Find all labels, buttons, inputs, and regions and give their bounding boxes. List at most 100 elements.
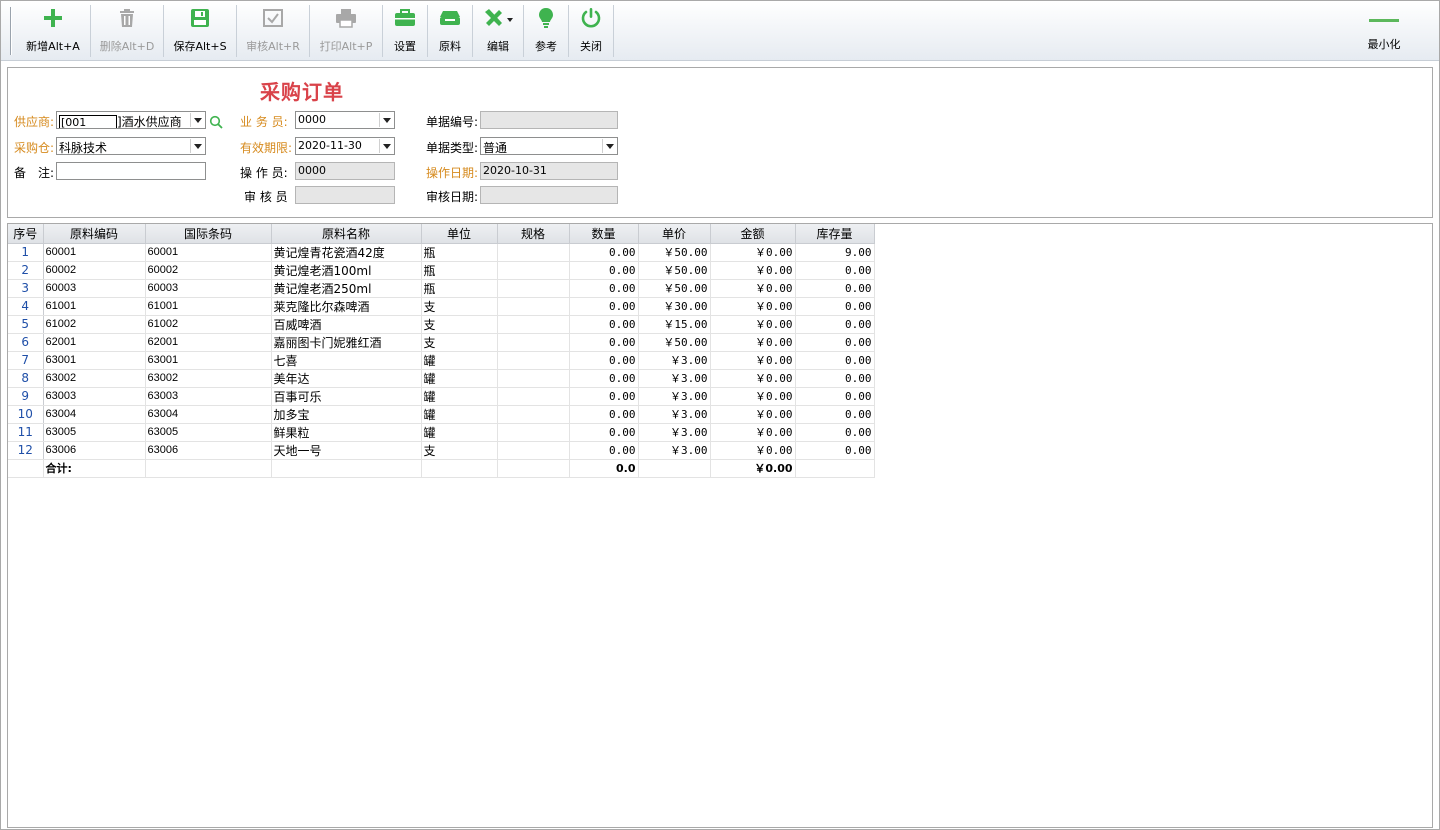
cell-qty[interactable]: 0.00 [569, 261, 639, 280]
chevron-down-icon[interactable] [379, 113, 393, 127]
cell-barcode[interactable]: 60003 [145, 279, 272, 298]
table-row[interactable]: 12 63006 63006 天地一号支 0.00 ￥3.00 ￥0.00 0.00 [8, 441, 875, 460]
cell-name[interactable]: 鲜果粒 [271, 423, 422, 442]
cell-qty[interactable]: 0.00 [569, 315, 639, 334]
cell-barcode[interactable]: 60002 [145, 261, 272, 280]
cell-spec[interactable] [497, 315, 570, 334]
col-header-code[interactable]: 原料编码 [43, 224, 146, 244]
cell-seq[interactable]: 11 [8, 423, 44, 442]
edit-button[interactable]: 编辑 [473, 5, 523, 57]
cell-seq[interactable]: 10 [8, 405, 44, 424]
table-row[interactable]: 10 63004 63004 加多宝罐 0.00 ￥3.00 ￥0.00 0.00 [8, 405, 875, 424]
cell-barcode[interactable]: 63003 [145, 387, 272, 406]
cell-seq[interactable]: 6 [8, 333, 44, 352]
cell-spec[interactable] [497, 279, 570, 298]
col-header-unit[interactable]: 单位 [421, 224, 498, 244]
cell-stock[interactable]: 0.00 [795, 279, 875, 298]
cell-qty[interactable]: 0.00 [569, 243, 639, 262]
cell-spec[interactable] [497, 243, 570, 262]
minimize-button[interactable]: 最小化 [1339, 5, 1429, 57]
table-row[interactable]: 3 60003 60003 黄记煌老酒250ml 瓶 0.00 ￥50.00 ￥0.00 0.0… [8, 279, 875, 298]
valid-until-date[interactable]: 2020-11-30 [295, 137, 395, 155]
cell-amount[interactable]: ￥0.00 [710, 387, 796, 406]
cell-price[interactable]: ￥50.00 [638, 243, 711, 262]
cell-qty[interactable]: 0.00 [569, 405, 639, 424]
cell-spec[interactable] [497, 369, 570, 388]
cell-code[interactable]: 63004 [43, 405, 146, 424]
cell-unit[interactable]: 支 [421, 297, 498, 316]
close-button[interactable]: 关闭 [569, 5, 613, 57]
cell-code[interactable]: 63001 [43, 351, 146, 370]
cell-barcode[interactable]: 61001 [145, 297, 272, 316]
cell-code[interactable]: 60003 [43, 279, 146, 298]
table-row[interactable]: 5 61002 61002 百威啤酒支 0.00 ￥15.00 ￥0.00 0.00 [8, 315, 875, 334]
cell-unit[interactable]: 支 [421, 333, 498, 352]
cell-qty[interactable]: 0.00 [569, 333, 639, 352]
chevron-down-icon[interactable] [379, 139, 393, 153]
cell-name[interactable]: 百威啤酒 [271, 315, 422, 334]
material-button[interactable]: 原料 [428, 5, 472, 57]
cell-unit[interactable]: 支 [421, 441, 498, 460]
cell-name[interactable]: 百事可乐 [271, 387, 422, 406]
cell-seq[interactable]: 1 [8, 243, 44, 262]
cell-code[interactable]: 62001 [43, 333, 146, 352]
cell-seq[interactable]: 12 [8, 441, 44, 460]
cell-spec[interactable] [497, 261, 570, 280]
cell-name[interactable]: 莱克隆比尔森啤酒 [271, 297, 422, 316]
cell-barcode[interactable]: 63002 [145, 369, 272, 388]
cell-price[interactable]: ￥50.00 [638, 261, 711, 280]
table-row[interactable]: 2 60002 60002 黄记煌老酒100ml 瓶 0.00 ￥50.00 ￥0.00 0.0… [8, 261, 875, 280]
cell-code[interactable]: 63002 [43, 369, 146, 388]
cell-seq[interactable]: 9 [8, 387, 44, 406]
cell-unit[interactable]: 罐 [421, 387, 498, 406]
cell-qty[interactable]: 0.00 [569, 441, 639, 460]
chevron-down-icon[interactable] [190, 139, 204, 153]
remark-input[interactable] [56, 162, 206, 180]
cell-code[interactable]: 63003 [43, 387, 146, 406]
cell-stock[interactable]: 0.00 [795, 369, 875, 388]
table-row[interactable]: 8 63002 63002 美年达罐 0.00 ￥3.00 ￥0.00 0.00 [8, 369, 875, 388]
cell-seq[interactable]: 3 [8, 279, 44, 298]
approve-button[interactable]: 审核Alt+R [237, 5, 309, 57]
cell-stock[interactable]: 0.00 [795, 423, 875, 442]
cell-barcode[interactable]: 60001 [145, 243, 272, 262]
cell-amount[interactable]: ￥0.00 [710, 243, 796, 262]
table-row[interactable]: 6 62001 62001 嘉丽图卡门妮雅红酒支 0.00 ￥50.00 ￥0.00 0.00 [8, 333, 875, 352]
cell-spec[interactable] [497, 333, 570, 352]
cell-name[interactable]: 美年达 [271, 369, 422, 388]
col-header-stock[interactable]: 库存量 [795, 224, 875, 244]
cell-unit[interactable]: 罐 [421, 369, 498, 388]
cell-qty[interactable]: 0.00 [569, 387, 639, 406]
cell-spec[interactable] [497, 297, 570, 316]
cell-barcode[interactable]: 63006 [145, 441, 272, 460]
cell-qty[interactable]: 0.00 [569, 279, 639, 298]
cell-seq[interactable]: 8 [8, 369, 44, 388]
cell-amount[interactable]: ￥0.00 [710, 315, 796, 334]
cell-price[interactable]: ￥3.00 [638, 387, 711, 406]
cell-price[interactable]: ￥50.00 [638, 333, 711, 352]
cell-spec[interactable] [497, 405, 570, 424]
cell-barcode[interactable]: 63004 [145, 405, 272, 424]
cell-stock[interactable]: 0.00 [795, 441, 875, 460]
settings-button[interactable]: 设置 [383, 5, 427, 57]
cell-amount[interactable]: ￥0.00 [710, 369, 796, 388]
cell-price[interactable]: ￥3.00 [638, 441, 711, 460]
cell-price[interactable]: ￥50.00 [638, 279, 711, 298]
delete-button[interactable]: 删除Alt+D [91, 5, 163, 57]
cell-name[interactable]: 黄记煌老酒250ml [271, 279, 422, 298]
cell-seq[interactable]: 5 [8, 315, 44, 334]
cell-seq[interactable]: 7 [8, 351, 44, 370]
cell-stock[interactable]: 0.00 [795, 261, 875, 280]
cell-name[interactable]: 天地一号 [271, 441, 422, 460]
cell-qty[interactable]: 0.00 [569, 369, 639, 388]
cell-stock[interactable]: 0.00 [795, 405, 875, 424]
cell-unit[interactable]: 罐 [421, 423, 498, 442]
table-row[interactable]: 4 61001 61001 莱克隆比尔森啤酒支 0.00 ￥30.00 ￥0.00 0.00 [8, 297, 875, 316]
print-button[interactable]: 打印Alt+P [310, 5, 382, 57]
cell-code[interactable]: 60002 [43, 261, 146, 280]
cell-stock[interactable]: 0.00 [795, 333, 875, 352]
chevron-down-icon[interactable] [190, 113, 204, 127]
col-header-name[interactable]: 原料名称 [271, 224, 422, 244]
cell-spec[interactable] [497, 441, 570, 460]
cell-unit[interactable]: 罐 [421, 405, 498, 424]
